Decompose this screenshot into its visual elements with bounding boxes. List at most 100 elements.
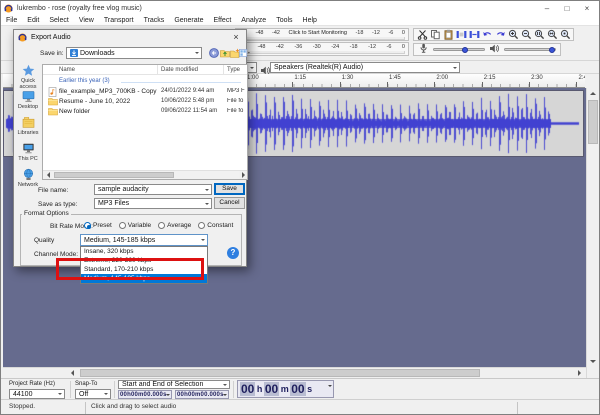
menu-edit[interactable]: Edit	[22, 15, 44, 26]
column-date-modified[interactable]: Date modified	[161, 67, 198, 73]
file-row[interactable]: file_example_MP3_700KB - Copy 24/01/2022 …	[43, 87, 247, 97]
menu-effect[interactable]: Effect	[209, 15, 237, 26]
menu-generate[interactable]: Generate	[169, 15, 208, 26]
status-bar: Stopped. Click and drag to select audio	[1, 399, 599, 414]
menu-help[interactable]: Help	[298, 15, 322, 26]
trim-audio-button[interactable]	[455, 29, 467, 40]
menu-view[interactable]: View	[74, 15, 99, 26]
format-options-title: Format Options	[22, 210, 71, 217]
cancel-button[interactable]: Cancel	[214, 197, 245, 209]
save-in-label: Save in:	[40, 50, 64, 57]
bit-rate-option-constant[interactable]: Constant	[198, 222, 233, 229]
maximize-button[interactable]: □	[559, 3, 575, 14]
vertical-scrollbar[interactable]	[586, 88, 599, 378]
save-as-type-select[interactable]: MP3 Files	[94, 198, 212, 209]
list-scroll-thumb[interactable]	[54, 172, 174, 178]
meter-tick: -30	[312, 44, 321, 50]
quality-option[interactable]: Insane, 320 kbps	[81, 247, 207, 256]
menu-file[interactable]: File	[1, 15, 22, 26]
scroll-up-button[interactable]	[587, 88, 599, 99]
menu-tracks[interactable]: Tracks	[139, 15, 170, 26]
zoom-in-button[interactable]	[507, 29, 519, 40]
meter-tick: -42	[275, 44, 284, 50]
project-rate-select[interactable]: 44100	[9, 389, 65, 399]
audacity-logo-icon	[4, 4, 13, 13]
file-group-line	[121, 82, 241, 83]
menu-analyze[interactable]: Analyze	[236, 15, 271, 26]
scroll-down-button[interactable]	[587, 356, 599, 367]
horizontal-scroll-thumb[interactable]	[80, 369, 480, 377]
fit-selection-button[interactable]	[533, 29, 545, 40]
fit-project-button[interactable]	[546, 29, 558, 40]
selection-end-field[interactable]: 00h00m00.000s	[175, 390, 229, 399]
title-bar: lukrembo - rose (royalty free vlog music…	[1, 1, 599, 15]
menu-transport[interactable]: Transport	[99, 15, 139, 26]
dialog-close-button[interactable]: ×	[229, 31, 243, 43]
place-quick-access[interactable]: Quick access	[14, 64, 42, 90]
meter-tick: -48	[257, 44, 266, 50]
help-button[interactable]: ?	[227, 247, 239, 259]
paste-button[interactable]	[442, 29, 454, 40]
recording-meter-bar	[239, 37, 405, 40]
libraries-icon	[14, 116, 42, 129]
place-desktop[interactable]: Desktop	[14, 90, 42, 110]
monitor-prompt[interactable]: Click to Start Monitoring	[289, 30, 347, 36]
selection-start-field[interactable]: 00h00m00.000s	[118, 390, 172, 399]
menu-tools[interactable]: Tools	[271, 15, 297, 26]
thispc-icon	[14, 142, 42, 155]
playback-device-select[interactable]: Speakers (Realtek(R) Audio)	[270, 62, 460, 73]
file-row[interactable]: Resume - June 10, 2022 10/06/2022 5:48 pm…	[43, 97, 247, 107]
playback-meter-bar	[239, 51, 405, 54]
column-name[interactable]: Name	[59, 67, 75, 73]
dialog-title-bar: Export Audio	[14, 30, 246, 44]
close-button[interactable]: ×	[579, 3, 595, 14]
quality-label: Quality	[34, 237, 55, 244]
bit-rate-option-average[interactable]: Average	[158, 222, 191, 229]
bit-rate-option-preset[interactable]: Preset	[84, 222, 112, 229]
playback-meter[interactable]: -54-48-42-36-30-24-18-12-60	[235, 42, 409, 56]
recording-meter[interactable]: -54-48-42Click to Start Monitoring-18-12…	[235, 28, 409, 41]
time-unit: m	[280, 384, 289, 394]
file-list-scrollbar[interactable]	[43, 170, 247, 179]
save-button[interactable]: Save	[214, 183, 245, 195]
cut-button[interactable]	[416, 29, 428, 40]
file-row[interactable]: New folder 09/06/2022 11:54 am File fo	[43, 107, 247, 117]
back-folder-button[interactable]	[208, 47, 219, 58]
file-name-input[interactable]: sample audacity	[94, 184, 212, 195]
view-menu-button[interactable]	[239, 47, 250, 58]
menu-select[interactable]: Select	[44, 15, 73, 26]
redo-button[interactable]	[494, 29, 506, 40]
status-hint: Click and drag to select audio	[91, 403, 177, 410]
list-scroll-left[interactable]	[44, 171, 52, 179]
place-network[interactable]: Network	[14, 168, 42, 188]
zoom-out-button[interactable]	[520, 29, 532, 40]
selection-mode-select[interactable]: Start and End of Selection	[118, 380, 230, 389]
save-in-select[interactable]: Downloads	[66, 47, 202, 59]
bit-rate-option-variable[interactable]: Variable	[118, 222, 151, 229]
zoom-toggle-button[interactable]	[559, 29, 571, 40]
place-this-pc[interactable]: This PC	[14, 142, 42, 162]
time-digits: 00	[263, 382, 280, 396]
copy-button[interactable]	[429, 29, 441, 40]
place-libraries[interactable]: Libraries	[14, 116, 42, 136]
scroll-right-button[interactable]	[574, 368, 585, 378]
time-digits: 00	[240, 382, 256, 396]
time-digits: 00	[290, 382, 306, 396]
bit-rate-options: Preset Variable Average Constant	[84, 222, 233, 229]
scroll-left-button[interactable]	[67, 368, 78, 378]
quality-select[interactable]: Medium, 145-185 kbps	[80, 234, 208, 246]
playback-volume-slider[interactable]	[504, 46, 556, 53]
snap-to-select[interactable]: Off	[75, 389, 111, 399]
recording-volume-slider[interactable]	[433, 46, 485, 53]
file-name-label: File name:	[38, 187, 69, 194]
file-group-label[interactable]: Earlier this year (3)	[59, 78, 110, 84]
undo-button[interactable]	[481, 29, 493, 40]
meter-tick: -18	[349, 44, 358, 50]
horizontal-scrollbar[interactable]	[3, 367, 586, 378]
column-type[interactable]: Type	[227, 67, 240, 73]
list-scroll-right[interactable]	[239, 171, 247, 179]
minimize-button[interactable]: –	[539, 3, 555, 14]
vertical-scroll-thumb[interactable]	[588, 100, 598, 144]
audio-position-display[interactable]: 00 h 00 m 00 s	[237, 380, 334, 398]
silence-audio-button[interactable]	[468, 29, 480, 40]
